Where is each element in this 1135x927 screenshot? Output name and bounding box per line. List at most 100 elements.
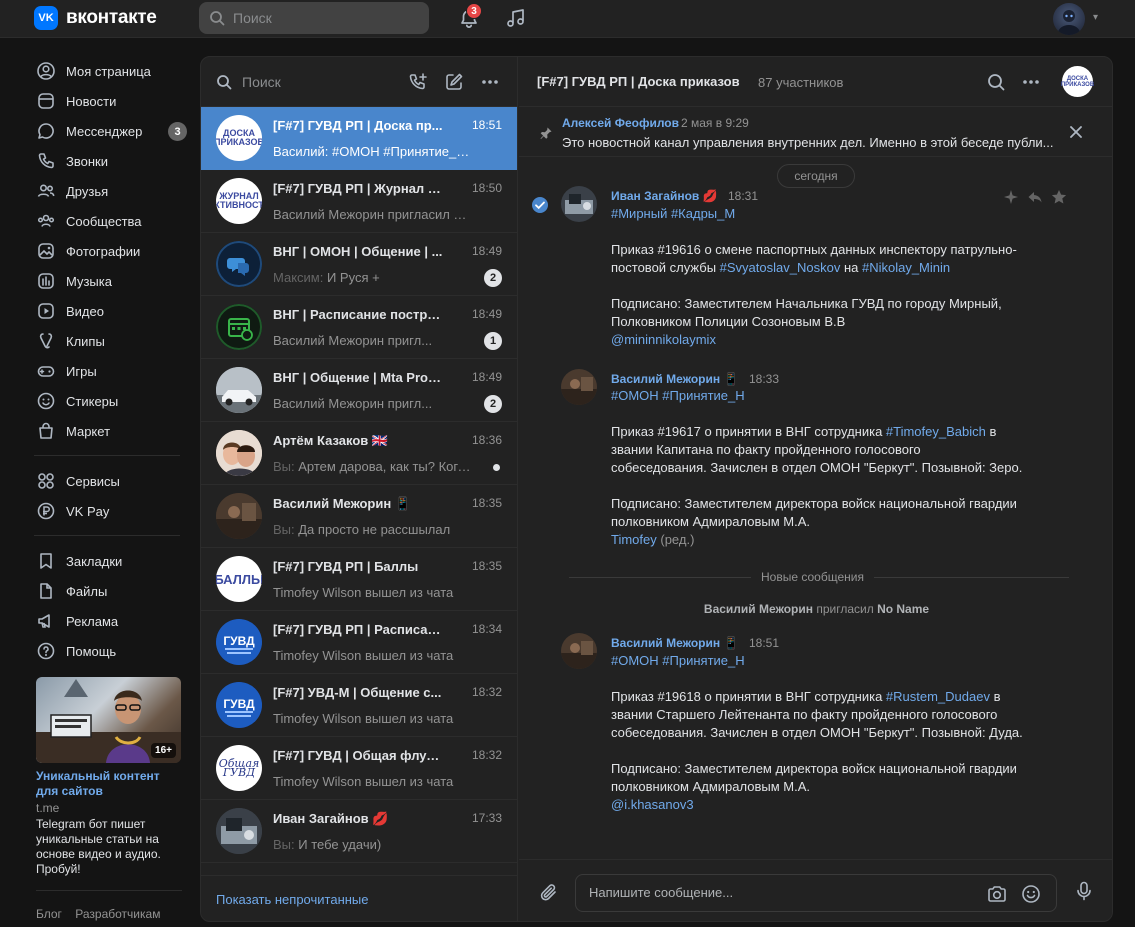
sidebar-item-vkpay[interactable]: VK Pay xyxy=(34,496,184,526)
mention-link[interactable]: @i.khasanov3 xyxy=(611,796,694,814)
mention-link[interactable]: Timofey xyxy=(611,532,657,547)
message-time[interactable]: 18:31 xyxy=(728,189,758,203)
search-icon xyxy=(217,74,232,89)
pinned-message[interactable]: Алексей Феофилов 2 мая в 9:29 Это новост… xyxy=(519,107,1112,157)
message-author[interactable]: Василий Межорин 📱 xyxy=(611,636,738,650)
message-tags[interactable]: #Мирный #Кадры_М xyxy=(611,205,735,223)
avatar[interactable] xyxy=(216,241,262,287)
list-item[interactable]: ВНГ | Общение | Mta Provi... 18:49 Василий… xyxy=(201,359,517,422)
message-time[interactable]: 18:33 xyxy=(749,372,779,386)
new-call-icon[interactable] xyxy=(408,72,428,92)
more-icon[interactable] xyxy=(1021,72,1041,92)
sidebar-item-ads[interactable]: Реклама xyxy=(34,606,184,636)
star-icon[interactable] xyxy=(1051,189,1067,205)
conversation-preview: Василий: #ОМОН #Принятие_Н Прик... xyxy=(273,144,473,159)
search-icon[interactable] xyxy=(986,72,1006,92)
message-author[interactable]: Иван Загайнов 💋 xyxy=(611,189,718,203)
avatar[interactable] xyxy=(216,304,262,350)
avatar[interactable]: ЖУРНАЛ АКТИВНОСТИ xyxy=(216,178,262,224)
list-item[interactable]: ГУВД [F#7] УВД-М | Общение с... 18:32 Timof… xyxy=(201,674,517,737)
list-item[interactable]: Иван Загайнов 💋 17:33 Вы: И тебе удачи) xyxy=(201,800,517,863)
footer-blog-link[interactable]: Блог xyxy=(36,907,62,921)
close-icon[interactable] xyxy=(1069,125,1083,139)
avatar[interactable]: БАЛЛЫ xyxy=(216,556,262,602)
footer-dev-link[interactable]: Разработчикам xyxy=(75,907,160,921)
selected-check-icon[interactable] xyxy=(531,196,549,214)
sidebar-item-clips[interactable]: Клипы xyxy=(34,326,184,356)
sidebar-item-video[interactable]: Видео xyxy=(34,296,184,326)
ad-title[interactable]: Уникальный контент для сайтов xyxy=(36,769,182,799)
conversation-search-input[interactable] xyxy=(242,73,382,90)
compose-icon[interactable] xyxy=(444,72,464,92)
list-item[interactable]: ЖУРНАЛ АКТИВНОСТИ [F#7] ГУВД РП | Журнал … xyxy=(201,170,517,233)
sidebar-item-bookmarks[interactable]: Закладки xyxy=(34,546,184,576)
ad-block[interactable]: 16+ Уникальный контент для сайтов t.me T… xyxy=(36,677,182,891)
conversation-preview: Василий Межорин пригл... xyxy=(273,333,433,348)
avatar[interactable]: ДОСКА ПРИКАЗОВ xyxy=(216,115,262,161)
conversation-title[interactable]: [F#7] ГУВД РП | Доска приказов xyxy=(537,74,740,89)
message-input-field[interactable] xyxy=(575,874,1057,912)
avatar[interactable] xyxy=(561,633,597,669)
list-item[interactable]: Общая ГУВД [F#7] ГУВД | Общая флуд... 18:3… xyxy=(201,737,517,800)
list-item[interactable]: Артём Казаков 🇬🇧 18:36 Вы: Артем дарова, к… xyxy=(201,422,517,485)
sidebar-item-friends[interactable]: Друзья xyxy=(34,176,184,206)
list-footer: Показать непрочитанные xyxy=(201,875,517,921)
global-search-input[interactable] xyxy=(233,10,413,26)
avatar[interactable]: ГУВД xyxy=(216,619,262,665)
sidebar-item-help[interactable]: Помощь xyxy=(34,636,184,666)
message-input[interactable] xyxy=(589,885,959,900)
ad-image[interactable]: 16+ xyxy=(36,677,181,763)
avatar[interactable]: Общая ГУВД xyxy=(216,745,262,791)
friends-icon xyxy=(37,184,55,197)
avatar[interactable] xyxy=(216,808,262,854)
avatar[interactable] xyxy=(216,493,262,539)
member-count[interactable]: 87 участников xyxy=(758,75,843,90)
global-search[interactable] xyxy=(199,2,429,34)
sidebar-item-files[interactable]: Файлы xyxy=(34,576,184,606)
avatar[interactable] xyxy=(561,186,597,222)
sidebar-item-phone[interactable]: Звонки xyxy=(34,146,184,176)
list-item[interactable]: БАЛЛЫ [F#7] ГУВД РП | Баллы 18:35 Timofey W… xyxy=(201,548,517,611)
paperclip-icon[interactable] xyxy=(538,882,560,904)
sidebar-item-news[interactable]: Новости xyxy=(34,86,184,116)
microphone-icon[interactable] xyxy=(1073,880,1095,902)
more-icon[interactable] xyxy=(480,72,500,92)
sidebar-item-label: Закладки xyxy=(66,553,123,569)
message-tags[interactable]: #ОМОН #Принятие_Н xyxy=(611,652,745,670)
conversation-avatar[interactable]: ДОСКА ПРИКАЗОВ xyxy=(1061,66,1094,97)
show-unread-link[interactable]: Показать непрочитанные xyxy=(216,892,369,907)
sidebar-item-services[interactable]: Сервисы xyxy=(34,466,184,496)
reply-icon[interactable] xyxy=(1027,189,1043,205)
music-note-icon[interactable] xyxy=(505,7,527,29)
message-tags[interactable]: #ОМОН #Принятие_Н xyxy=(611,387,745,405)
sidebar-item-music[interactable]: Музыка xyxy=(34,266,184,296)
avatar[interactable] xyxy=(216,367,262,413)
list-item[interactable]: ВНГ | Расписание постро... 18:49 Василий М… xyxy=(201,296,517,359)
avatar[interactable] xyxy=(216,430,262,476)
camera-icon[interactable] xyxy=(986,883,1008,905)
emoji-icon[interactable] xyxy=(1020,883,1042,905)
sidebar-item-communities[interactable]: Сообщества xyxy=(34,206,184,236)
sidebar-item-label: Клипы xyxy=(66,333,105,349)
message-author[interactable]: Василий Межорин 📱 xyxy=(611,372,738,386)
pinned-author[interactable]: Алексей Феофилов xyxy=(562,116,679,130)
list-item[interactable]: ГУВД [F#7] ГУВД РП | Расписан... 18:34 Timo… xyxy=(201,611,517,674)
sidebar-item-photos[interactable]: Фотографии xyxy=(34,236,184,266)
message-time[interactable]: 18:51 xyxy=(749,636,779,650)
vk-logo[interactable]: VK вконтакте xyxy=(34,6,157,30)
chevron-down-icon[interactable]: ▾ xyxy=(1093,12,1098,23)
sidebar-item-messenger[interactable]: Мессенджер 3 xyxy=(34,116,187,146)
sidebar-item-stickers[interactable]: Стикеры xyxy=(34,386,184,416)
sidebar-item-user[interactable]: Моя страница xyxy=(34,56,184,86)
avatar[interactable] xyxy=(561,369,597,405)
list-item[interactable]: Василий Межорин 📱 18:35 Вы: Да просто не р… xyxy=(201,485,517,548)
avatar[interactable]: ГУВД xyxy=(216,682,262,728)
list-item[interactable]: ДОСКА ПРИКАЗОВ [F#7] ГУВД РП | Доска пр..… xyxy=(201,107,517,170)
profile-avatar[interactable] xyxy=(1053,3,1085,35)
sidebar-item-label: Моя страница xyxy=(66,63,151,79)
list-item[interactable]: ВНГ | ОМОН | Общение | ... 18:49 Максим: И… xyxy=(201,233,517,296)
sparkle-icon[interactable] xyxy=(1003,189,1019,205)
mention-link[interactable]: @mininnikolaymix xyxy=(611,331,716,349)
sidebar-item-games[interactable]: Игры xyxy=(34,356,184,386)
sidebar-item-market[interactable]: Маркет xyxy=(34,416,184,446)
